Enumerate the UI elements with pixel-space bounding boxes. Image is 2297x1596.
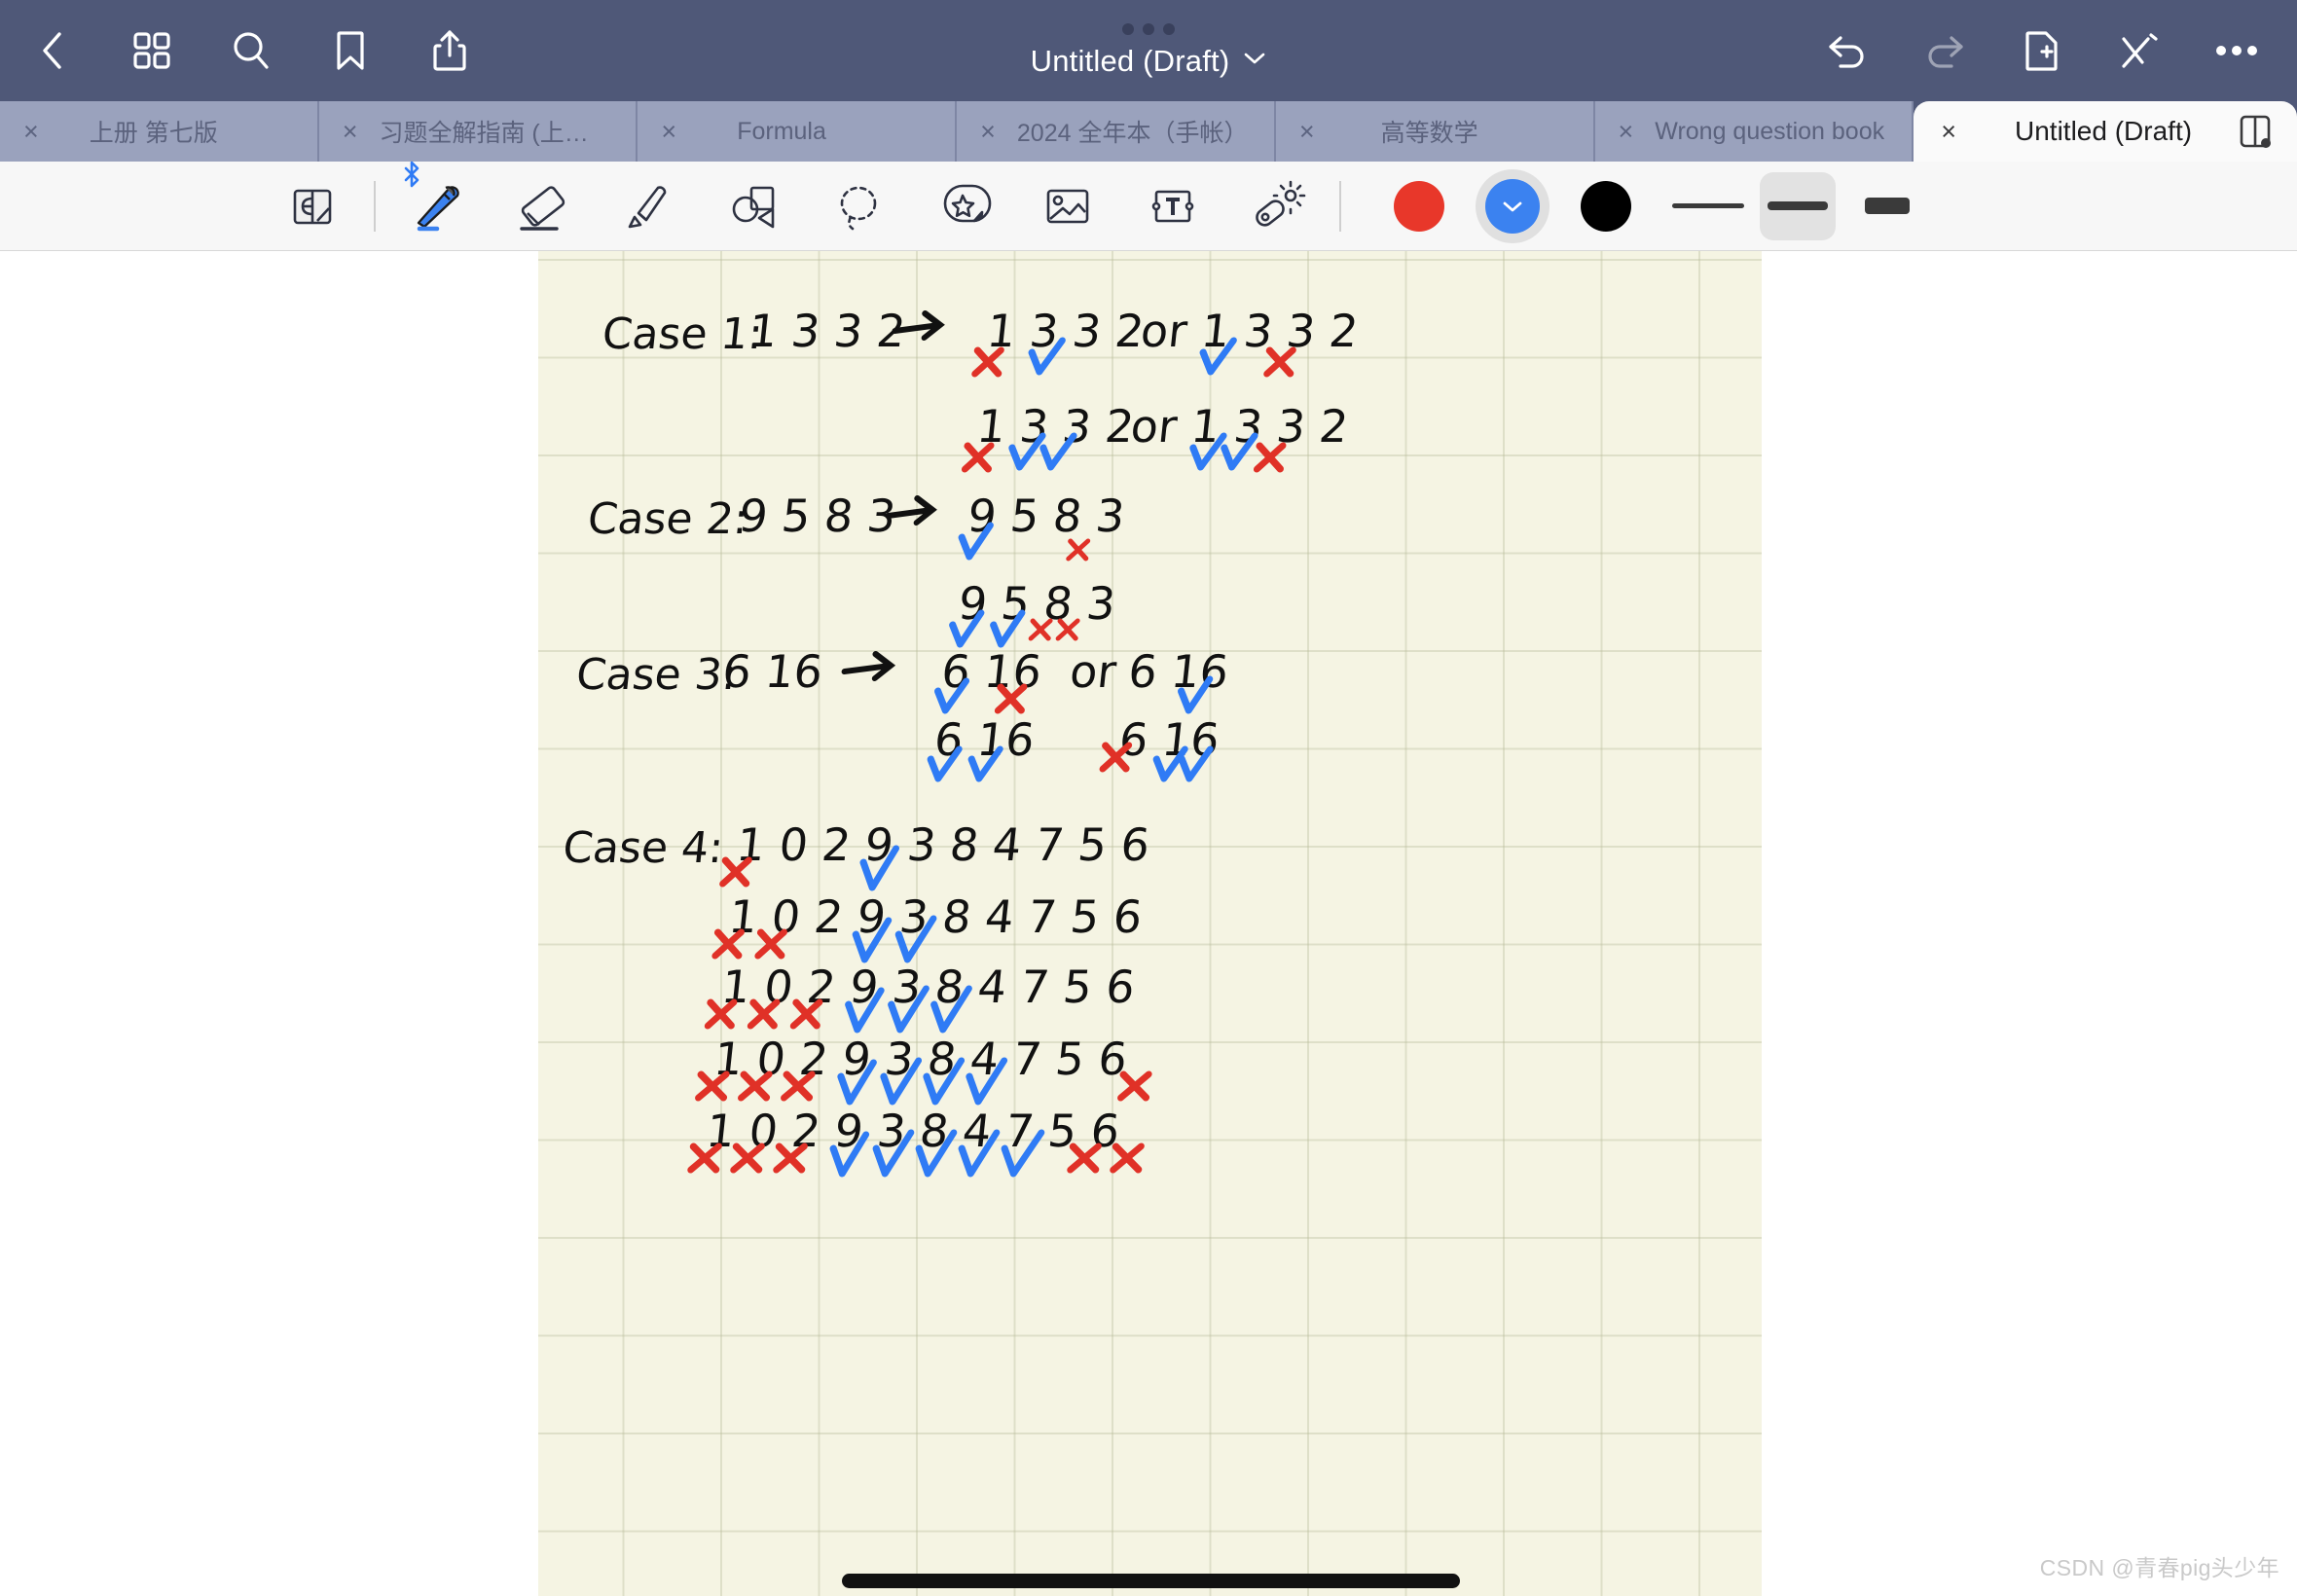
tab-label: Wrong question book — [1655, 117, 1885, 145]
topbar-left-icons — [0, 25, 475, 76]
svg-text:6 16: 6 16 — [720, 645, 825, 698]
note-page[interactable]: .hw { font-family: "DejaVu Sans", sans-s… — [538, 251, 1762, 1596]
close-pen-icon[interactable] — [2114, 25, 2165, 76]
tab-2024-quannianben[interactable]: × 2024 全年本（手帐） — [957, 101, 1276, 162]
redo-icon[interactable] — [1919, 25, 1970, 76]
width-thin-button[interactable] — [1670, 172, 1746, 240]
color-black-swatch[interactable] — [1581, 180, 1631, 232]
tab-label: 上册 第七版 — [89, 120, 218, 147]
new-page-icon[interactable] — [2017, 25, 2067, 76]
medium-line — [1768, 201, 1828, 210]
tab-close-icon[interactable]: × — [661, 118, 676, 145]
tab-close-icon[interactable]: × — [23, 118, 39, 145]
svg-text:or: or — [1128, 400, 1180, 453]
tab-label: Untitled (Draft) — [2015, 116, 2193, 146]
svg-text:Case 2:: Case 2: — [585, 494, 750, 544]
tab-formula[interactable]: × Formula — [638, 101, 958, 162]
tab-strip: × 上册 第七版 × 习题全解指南 (上册… × Formula × 2024 … — [0, 101, 2297, 162]
svg-text:1 3 3 2: 1 3 3 2 — [1199, 305, 1362, 357]
width-thick-button[interactable] — [1849, 172, 1925, 240]
highlighter-tool[interactable] — [609, 172, 685, 240]
back-icon[interactable] — [27, 25, 78, 76]
tab-xitiquanjie[interactable]: × 习题全解指南 (上册… — [318, 101, 638, 162]
svg-text:1 0 2 9 3 8 4 7 5 6: 1 0 2 9 3 8 4 7 5 6 — [734, 818, 1152, 871]
sticker-tool[interactable] — [925, 172, 1001, 240]
pen-tool[interactable] — [399, 161, 475, 238]
drawing-tools — [399, 161, 1316, 240]
color-red-swatch[interactable] — [1394, 180, 1444, 232]
svg-text:Case 3:: Case 3: — [574, 650, 740, 700]
svg-text:or: or — [1139, 305, 1190, 357]
undo-icon[interactable] — [1822, 25, 1873, 76]
svg-text:1 3 3 2: 1 3 3 2 — [747, 305, 909, 357]
tab-untitled-draft[interactable]: × Untitled (Draft) — [1914, 101, 2297, 162]
svg-text:6 16: 6 16 — [939, 645, 1044, 698]
tab-close-icon[interactable]: × — [1299, 118, 1315, 145]
tab-shangce-diqiban[interactable]: × 上册 第七版 — [0, 101, 319, 162]
drag-handle-dots — [1122, 22, 1175, 35]
svg-text:or: or — [1068, 645, 1119, 698]
width-medium-button[interactable] — [1760, 171, 1836, 240]
tab-close-icon[interactable]: × — [1941, 118, 1956, 145]
grid-icon[interactable] — [127, 25, 177, 76]
svg-text:Case 1:: Case 1: — [600, 309, 765, 359]
svg-text:1 3 3 2: 1 3 3 2 — [985, 305, 1148, 357]
handwritten-ink-layer: .hw { font-family: "DejaVu Sans", sans-s… — [561, 305, 1362, 1178]
topbar-right-icons — [1822, 25, 2262, 76]
svg-text:9 5 8 3: 9 5 8 3 — [737, 490, 899, 542]
svg-text:9 5 8 3: 9 5 8 3 — [966, 490, 1128, 542]
stroke-width-options — [1670, 171, 1925, 240]
tab-wrong-question-book[interactable]: × Wrong question book — [1594, 101, 1914, 162]
search-icon[interactable] — [226, 25, 276, 76]
thick-line — [1865, 198, 1910, 214]
tab-gaodengshuxue[interactable]: × 高等数学 — [1275, 101, 1595, 162]
page-title: Untitled (Draft) — [1030, 43, 1230, 78]
split-view-icon[interactable] — [2239, 113, 2272, 150]
image-tool[interactable] — [1030, 172, 1106, 240]
page-flip-tool[interactable] — [274, 172, 350, 240]
tab-label: Formula — [737, 117, 826, 145]
tab-label: 高等数学 — [1380, 120, 1478, 147]
lasso-tool[interactable] — [820, 172, 895, 240]
tab-close-icon[interactable]: × — [343, 118, 358, 145]
toolbar-divider-2 — [1339, 180, 1341, 232]
canvas-area[interactable]: .hw { font-family: "DejaVu Sans", sans-s… — [0, 251, 2297, 1596]
tab-close-icon[interactable]: × — [1619, 118, 1634, 145]
chevron-down-icon[interactable] — [1243, 51, 1266, 71]
share-icon[interactable] — [424, 25, 475, 76]
tool-palette — [0, 161, 2297, 251]
tab-label: 习题全解指南 (上册… — [379, 120, 611, 147]
document-title-button[interactable]: Untitled (Draft) — [1031, 44, 1267, 79]
watermark-text: CSDN @青春pig头少年 — [2039, 1555, 2279, 1580]
svg-text:6 16: 6 16 — [931, 713, 1037, 766]
bluetooth-icon — [401, 161, 422, 193]
tab-close-icon[interactable]: × — [980, 118, 996, 145]
tab-label: 2024 全年本（手帐） — [1016, 120, 1249, 147]
bookmark-icon[interactable] — [325, 25, 376, 76]
eraser-tool[interactable] — [504, 172, 580, 240]
more-icon[interactable] — [2211, 25, 2262, 76]
top-navigation-bar: Untitled (Draft) — [0, 0, 2297, 101]
shapes-tool[interactable] — [714, 172, 790, 240]
color-blue-swatch-selected[interactable] — [1476, 168, 1550, 243]
svg-text:1 3 3 2: 1 3 3 2 — [1188, 400, 1351, 453]
notebook-app: Untitled (Draft) × 上册 第七版 × 习题全解指南 (上册… … — [0, 0, 2297, 1596]
svg-text:Case 4:: Case 4: — [561, 823, 726, 873]
text-tool[interactable] — [1135, 172, 1211, 240]
page-scroll-indicator[interactable] — [842, 1574, 1460, 1588]
laser-tool[interactable] — [1240, 172, 1316, 240]
color-swatches — [1394, 168, 1631, 243]
thin-line — [1672, 203, 1744, 208]
toolbar-divider — [374, 180, 376, 232]
svg-text:1 3 3 2: 1 3 3 2 — [974, 400, 1137, 453]
